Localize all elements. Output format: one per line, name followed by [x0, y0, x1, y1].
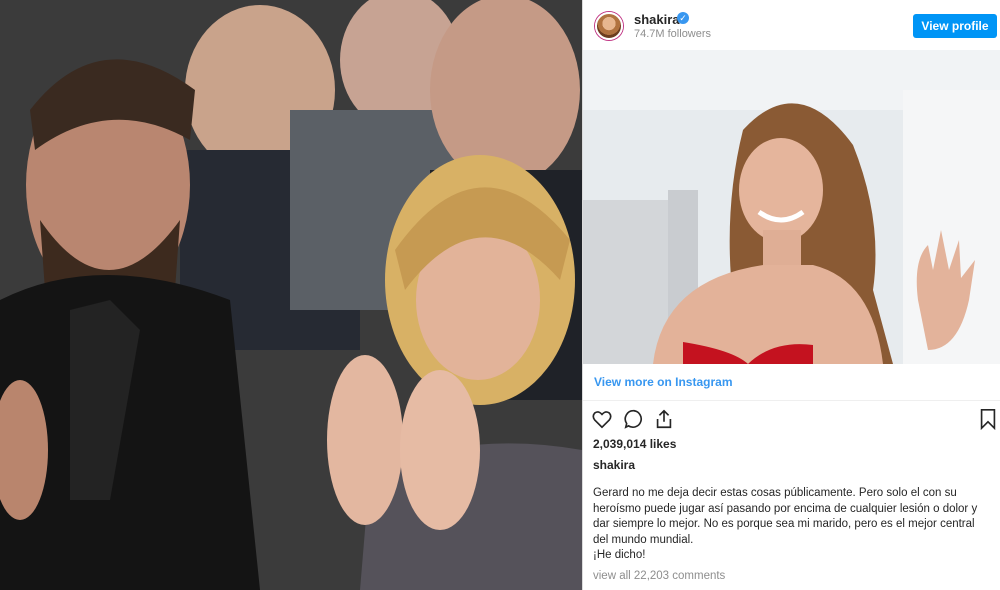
profile-username[interactable]: shakira: [634, 12, 680, 27]
verified-badge-icon: ✓: [677, 12, 689, 24]
post-caption: Gerard no me deja decir estas cosas públ…: [593, 486, 993, 564]
followers-count: 74.7M followers: [634, 28, 712, 40]
view-comments-link[interactable]: view all 22,203 comments: [593, 570, 725, 582]
embed-header: shakira ✓ 74.7M followers View profile: [583, 0, 1000, 50]
heart-icon[interactable]: [591, 408, 613, 430]
caption-text-closing: ¡He dicho!: [593, 549, 646, 561]
left-photo-illustration: [0, 0, 582, 590]
caption-text: Gerard no me deja decir estas cosas públ…: [593, 487, 978, 546]
view-more-link[interactable]: View more on Instagram: [594, 375, 733, 389]
divider: [583, 400, 1000, 401]
bookmark-icon[interactable]: [977, 408, 999, 430]
view-profile-button[interactable]: View profile: [913, 14, 997, 38]
share-icon[interactable]: [653, 408, 675, 430]
caption-username[interactable]: shakira: [593, 458, 635, 472]
page: shakira ✓ 74.7M followers View profile V…: [0, 0, 1000, 590]
instagram-embed: shakira ✓ 74.7M followers View profile V…: [582, 0, 1000, 590]
profile-avatar[interactable]: [595, 12, 623, 40]
post-image-illustration: [583, 50, 1000, 364]
likes-count[interactable]: 2,039,014 likes: [593, 437, 676, 451]
comment-icon[interactable]: [623, 408, 645, 430]
left-photo: [0, 0, 582, 590]
post-image[interactable]: [583, 50, 1000, 364]
